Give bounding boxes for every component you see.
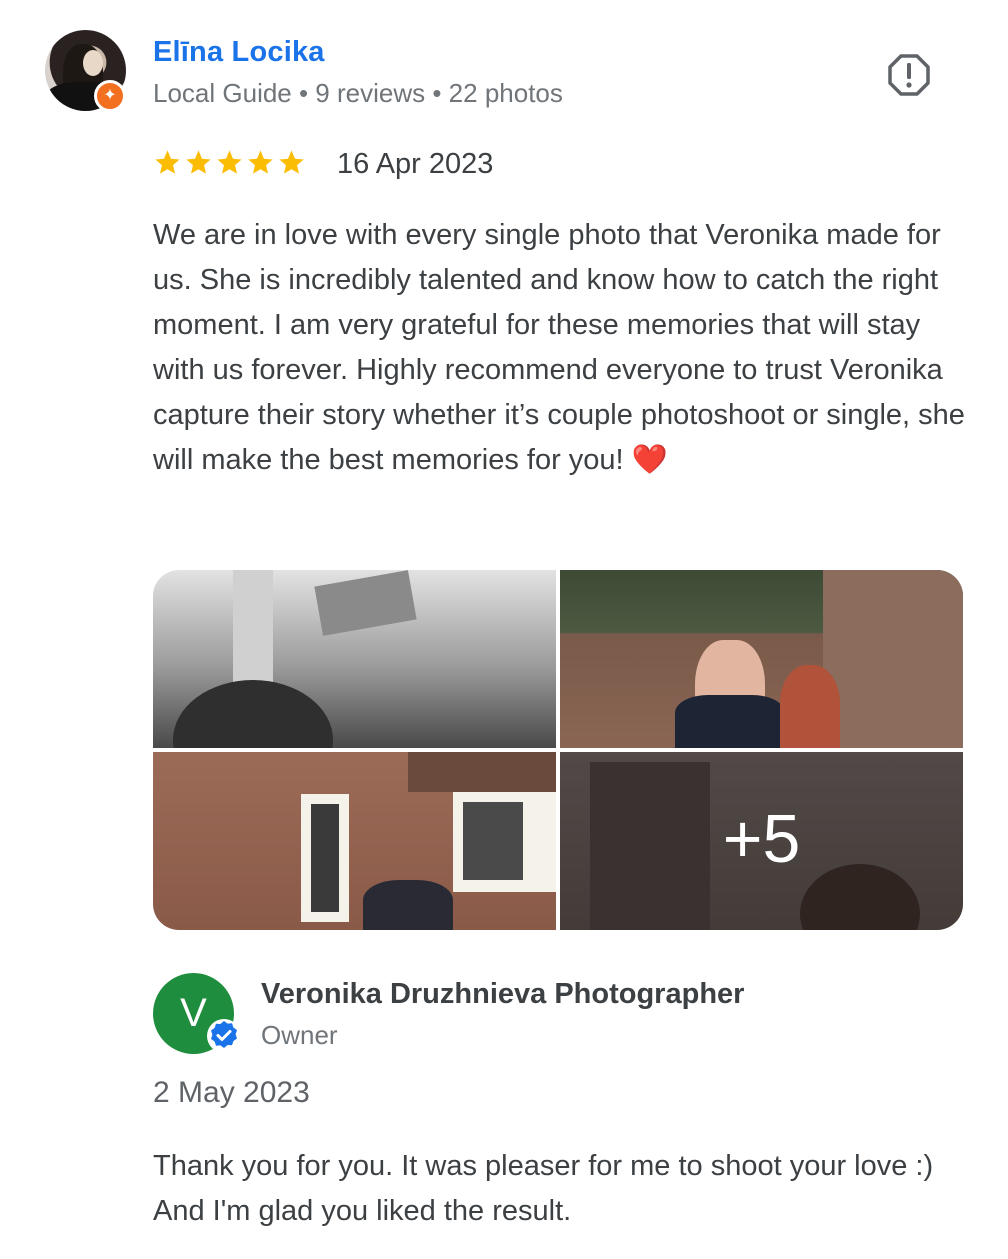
- review-body: We are in love with every single photo t…: [153, 219, 965, 476]
- reply-date: 2 May 2023: [153, 1076, 310, 1109]
- local-guide-badge-icon: ✦: [94, 80, 126, 112]
- review-text: We are in love with every single photo t…: [153, 213, 973, 483]
- owner-name[interactable]: Veronika Druzhnieva Photographer: [261, 978, 744, 1011]
- star-icon: [217, 150, 242, 174]
- more-photos-tile[interactable]: +5: [560, 752, 963, 930]
- verified-badge-icon: [207, 1019, 241, 1053]
- review-photo-grid: +5: [153, 570, 963, 930]
- heart-emoji: ❤️: [631, 444, 668, 476]
- star-icon: [279, 150, 304, 174]
- star-icon: [248, 150, 273, 174]
- reviewer-meta: Local Guide • 9 reviews • 22 photos: [153, 78, 563, 108]
- more-photos-count: +5: [722, 801, 801, 877]
- review-photo-1[interactable]: [153, 570, 556, 748]
- star-icon: [186, 150, 211, 174]
- reply-text: Thank you for you. It was pleaser for me…: [153, 1150, 934, 1227]
- review-photo-3[interactable]: [153, 752, 556, 930]
- star-icon: [155, 150, 180, 174]
- owner-role: Owner: [261, 1020, 338, 1050]
- review-date: 16 Apr 2023: [337, 148, 494, 180]
- rating-stars: [153, 148, 306, 177]
- reviewer-name[interactable]: Elīna Locika: [153, 36, 325, 69]
- review-photo-2[interactable]: [560, 570, 963, 748]
- report-icon[interactable]: [886, 52, 932, 98]
